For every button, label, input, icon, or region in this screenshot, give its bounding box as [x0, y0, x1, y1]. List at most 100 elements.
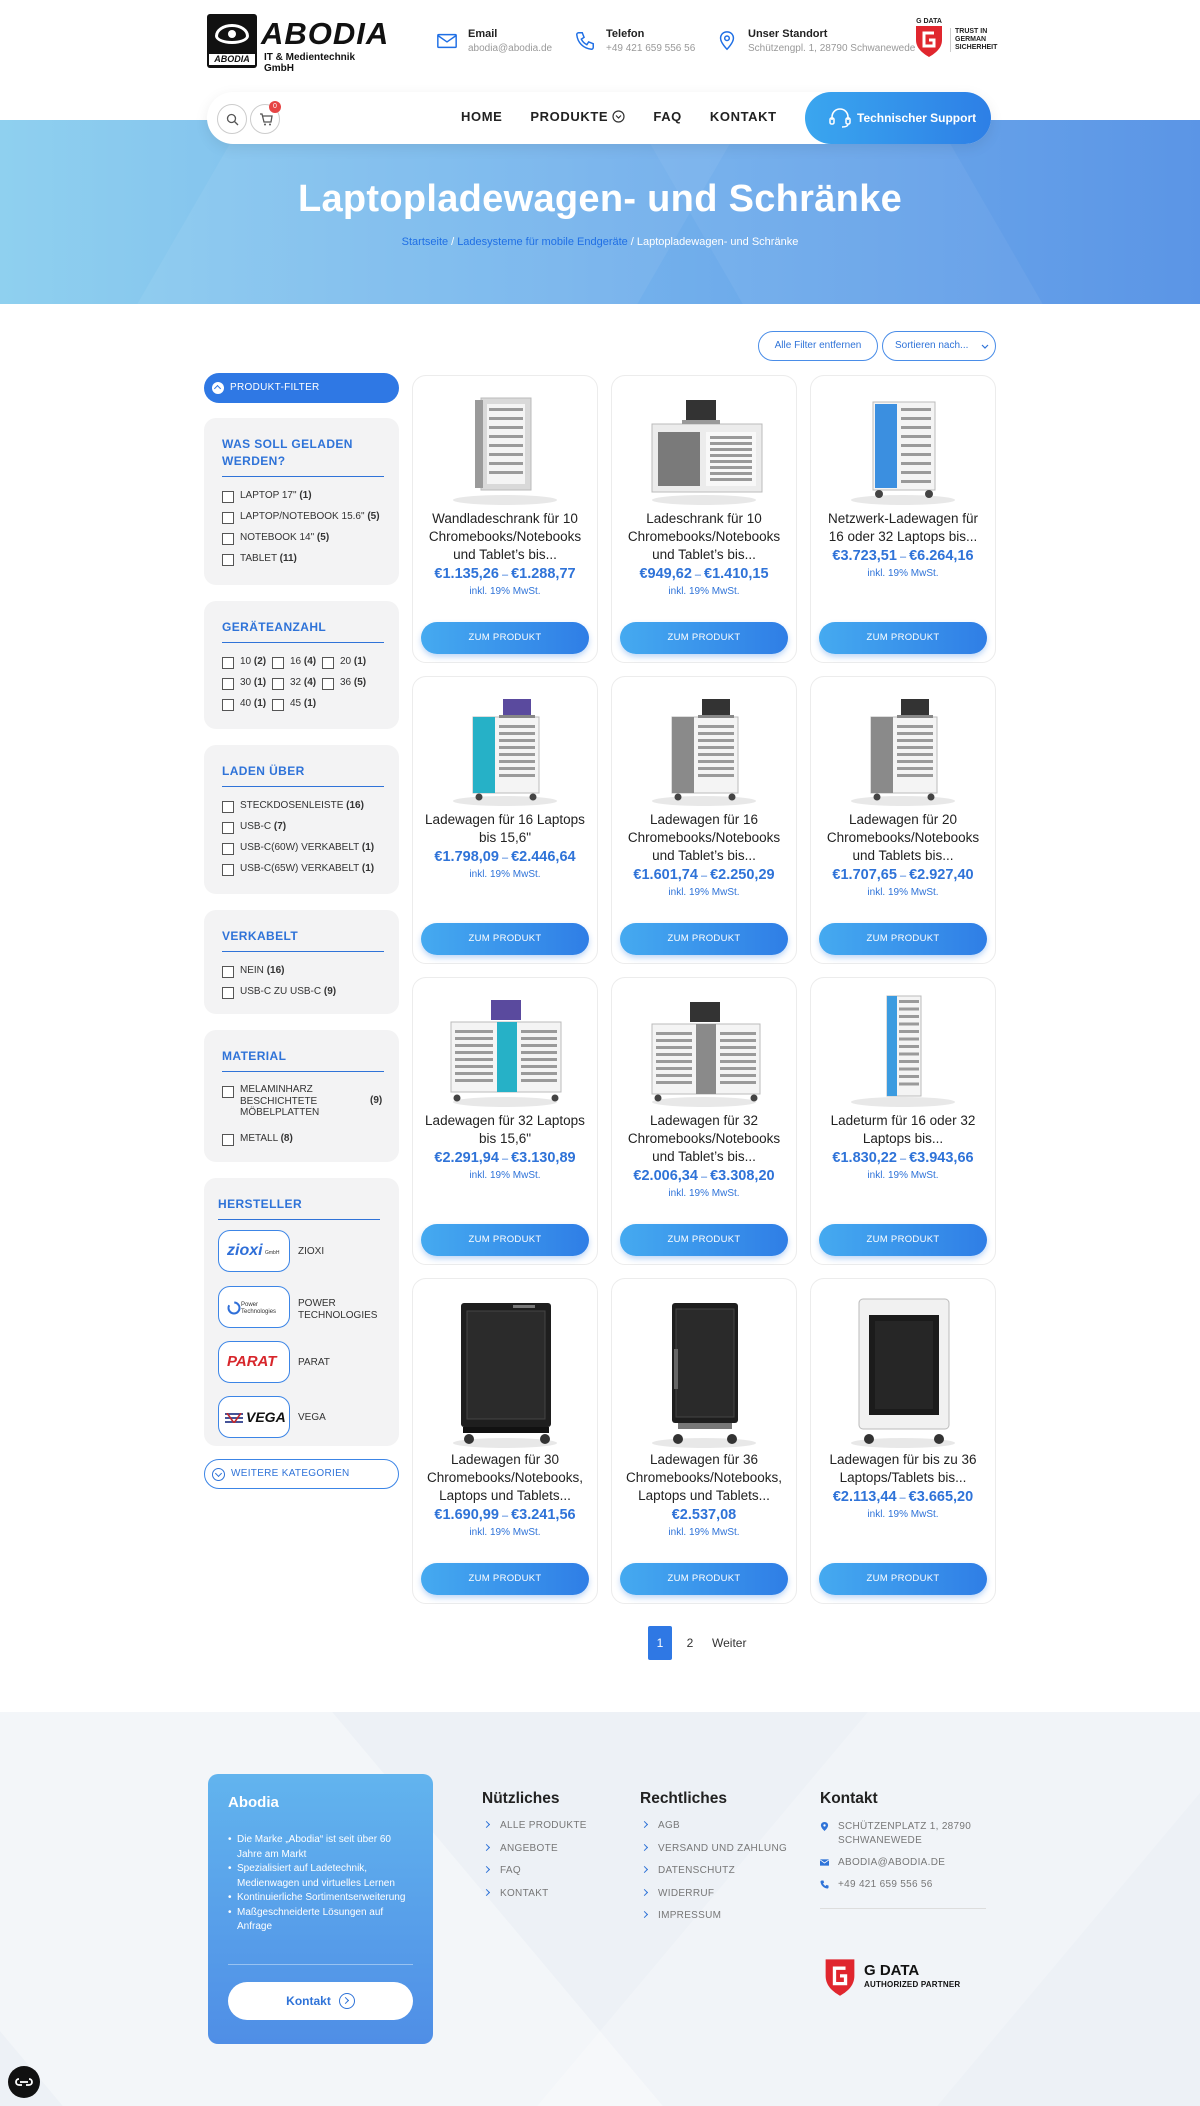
product-title[interactable]: Ladewagen für 30 Chromebooks/Notebooks, La… [419, 1451, 591, 1505]
filter-option[interactable]: MELAMINHARZ BESCHICHTETE MÖBELPLATTEN (9… [222, 1084, 382, 1132]
cookie-settings-button[interactable] [8, 2066, 40, 2098]
footer-link[interactable]: DATENSCHUTZ [640, 1865, 787, 1888]
product-image[interactable] [821, 988, 985, 1108]
zum-produkt-button[interactable]: ZUM PRODUKT [620, 923, 788, 955]
zum-produkt-button[interactable]: ZUM PRODUKT [819, 923, 987, 955]
email-contact[interactable]: Email abodia@abodia.de [436, 28, 566, 60]
filter-option[interactable]: STECKDOSENLEISTE (16) [222, 799, 381, 820]
breadcrumb-category[interactable]: Ladesysteme für mobile Endgeräte [457, 236, 628, 248]
product-image[interactable] [622, 386, 786, 506]
phone-contact[interactable]: Telefon +49 421 659 556 56 [574, 28, 704, 60]
next-page-link[interactable]: Weiter [712, 1626, 762, 1660]
footer-link[interactable]: KONTAKT [482, 1888, 587, 1911]
search-button[interactable] [217, 104, 247, 134]
brand-logo-vega[interactable]: VEGA [218, 1396, 290, 1438]
filter-option[interactable]: 45 (1) [272, 697, 322, 718]
product-image[interactable] [423, 386, 587, 506]
product-card[interactable]: Ladeturm für 16 oder 32 Laptops bis... €1.… [810, 977, 996, 1265]
nav-produkte[interactable]: PRODUKTE [530, 109, 625, 124]
brand-name[interactable]: ZIOXI [298, 1246, 324, 1258]
nav-kontakt[interactable]: KONTAKT [710, 109, 777, 124]
footer-link[interactable]: AGB [640, 1820, 787, 1843]
product-image[interactable] [622, 687, 786, 807]
filter-option[interactable]: USB-C(65W) VERKABELT (1) [222, 862, 381, 883]
footer-link[interactable]: IMPRESSUM [640, 1910, 787, 1933]
product-card[interactable]: Ladewagen für 36 Chromebooks/Notebooks, La… [611, 1278, 797, 1604]
product-card[interactable]: Ladewagen für 32 Laptops bis 15,6" €2.291,… [412, 977, 598, 1265]
filter-option[interactable]: NEIN (16) [222, 964, 381, 985]
product-card[interactable]: Netzwerk-Ladewagen für 16 oder 32 Laptops… [810, 375, 996, 663]
product-title[interactable]: Ladewagen für 36 Chromebooks/Notebooks, La… [618, 1451, 790, 1505]
zum-produkt-button[interactable]: ZUM PRODUKT [620, 1563, 788, 1595]
filter-option[interactable]: USB-C ZU USB-C (9) [222, 985, 381, 1006]
product-image[interactable] [821, 1289, 985, 1449]
product-image[interactable] [423, 1289, 587, 1449]
footer-email[interactable]: ABODIA@ABODIA.DE [820, 1856, 986, 1870]
footer-phone[interactable]: +49 421 659 556 56 [820, 1878, 986, 1892]
remove-filters-button[interactable]: Alle Filter entfernen [758, 331, 878, 361]
filter-option[interactable]: NOTEBOOK 14" (5) [222, 531, 381, 552]
product-card[interactable]: Ladewagen für 20 Chromebooks/Notebooks und… [810, 676, 996, 964]
product-card[interactable]: Ladewagen für 30 Chromebooks/Notebooks, La… [412, 1278, 598, 1604]
zum-produkt-button[interactable]: ZUM PRODUKT [421, 622, 589, 654]
brand-logo-parat[interactable]: PARAT [218, 1341, 290, 1383]
more-categories-button[interactable]: WEITERE KATEGORIEN [204, 1459, 399, 1489]
product-title[interactable]: Ladeschrank für 10 Chromebooks/Notebooks u… [618, 510, 790, 564]
filter-option[interactable]: 16 (4) [272, 655, 322, 676]
product-title[interactable]: Ladeturm für 16 oder 32 Laptops bis... [817, 1112, 989, 1148]
product-card[interactable]: Wandladeschrank für 10 Chromebooks/Notebo… [412, 375, 598, 663]
filter-option[interactable]: 20 (1) [322, 655, 372, 676]
filter-option[interactable]: 30 (1) [222, 676, 272, 697]
footer-link[interactable]: WIDERRUF [640, 1888, 787, 1911]
footer-link[interactable]: ALLE PRODUKTE [482, 1820, 587, 1843]
product-card[interactable]: Ladewagen für 32 Chromebooks/Notebooks und… [611, 977, 797, 1265]
product-filter-toggle[interactable]: PRODUKT-FILTER [204, 373, 399, 403]
location-contact[interactable]: Unser Standort Schützengpl. 1, 28790 Sch… [716, 28, 915, 60]
footer-link[interactable]: ANGEBOTE [482, 1843, 587, 1866]
product-image[interactable] [423, 988, 587, 1108]
cart-button[interactable]: 0 [250, 101, 281, 134]
footer-link[interactable]: FAQ [482, 1865, 587, 1888]
abodia-logo[interactable]: ABODIA ABODIA IT & Medientechnik GmbH [207, 14, 388, 74]
product-title[interactable]: Ladewagen für 32 Chromebooks/Notebooks und… [618, 1112, 790, 1166]
product-image[interactable] [622, 988, 786, 1108]
page-1-current[interactable]: 1 [648, 1626, 672, 1660]
nav-faq[interactable]: FAQ [653, 109, 682, 124]
brand-name[interactable]: POWER TECHNOLOGIES [298, 1298, 377, 1322]
zum-produkt-button[interactable]: ZUM PRODUKT [620, 1224, 788, 1256]
brand-logo-power-technologies[interactable]: Power Technologies [218, 1286, 290, 1328]
product-title[interactable]: Ladewagen für 20 Chromebooks/Notebooks und… [817, 811, 989, 865]
product-title[interactable]: Ladewagen für 16 Chromebooks/Notebooks und… [618, 811, 790, 865]
filter-option[interactable]: USB-C(60W) VERKABELT (1) [222, 841, 381, 862]
support-button[interactable]: Technischer Support [805, 92, 991, 144]
filter-option[interactable]: LAPTOP 17" (1) [222, 489, 381, 510]
footer-link[interactable]: VERSAND UND ZAHLUNG [640, 1843, 787, 1866]
product-title[interactable]: Netzwerk-Ladewagen für 16 oder 32 Laptops… [817, 510, 989, 546]
brand-name[interactable]: PARAT [298, 1357, 330, 1369]
zum-produkt-button[interactable]: ZUM PRODUKT [421, 923, 589, 955]
zum-produkt-button[interactable]: ZUM PRODUKT [421, 1563, 589, 1595]
filter-option[interactable]: 10 (2) [222, 655, 272, 676]
product-title[interactable]: Ladewagen für 16 Laptops bis 15,6" [419, 811, 591, 847]
zum-produkt-button[interactable]: ZUM PRODUKT [819, 1224, 987, 1256]
nav-home[interactable]: HOME [461, 109, 502, 124]
filter-option[interactable]: METALL (8) [222, 1132, 381, 1153]
brand-name[interactable]: VEGA [298, 1412, 326, 1424]
brand-logo-zioxi[interactable]: zioxi GmbH [218, 1230, 290, 1272]
filter-option[interactable]: LAPTOP/NOTEBOOK 15.6" (5) [222, 510, 381, 531]
product-image[interactable] [821, 386, 985, 506]
product-title[interactable]: Ladewagen für bis zu 36 Laptops/Tablets b… [817, 1451, 989, 1487]
page-2-link[interactable]: 2 [680, 1626, 700, 1660]
product-image[interactable] [423, 687, 587, 807]
product-card[interactable]: Ladewagen für 16 Laptops bis 15,6" €1.798,… [412, 676, 598, 964]
filter-option[interactable]: 32 (4) [272, 676, 322, 697]
product-title[interactable]: Wandladeschrank für 10 Chromebooks/Notebo… [419, 510, 591, 564]
filter-option[interactable]: 36 (5) [322, 676, 372, 697]
breadcrumb-home[interactable]: Startseite [402, 236, 448, 248]
filter-option[interactable]: USB-C (7) [222, 820, 381, 841]
product-card[interactable]: Ladewagen für 16 Chromebooks/Notebooks und… [611, 676, 797, 964]
footer-contact-button[interactable]: Kontakt [228, 1982, 413, 2020]
product-title[interactable]: Ladewagen für 32 Laptops bis 15,6" [419, 1112, 591, 1148]
filter-option[interactable]: 40 (1) [222, 697, 272, 718]
zum-produkt-button[interactable]: ZUM PRODUKT [819, 622, 987, 654]
